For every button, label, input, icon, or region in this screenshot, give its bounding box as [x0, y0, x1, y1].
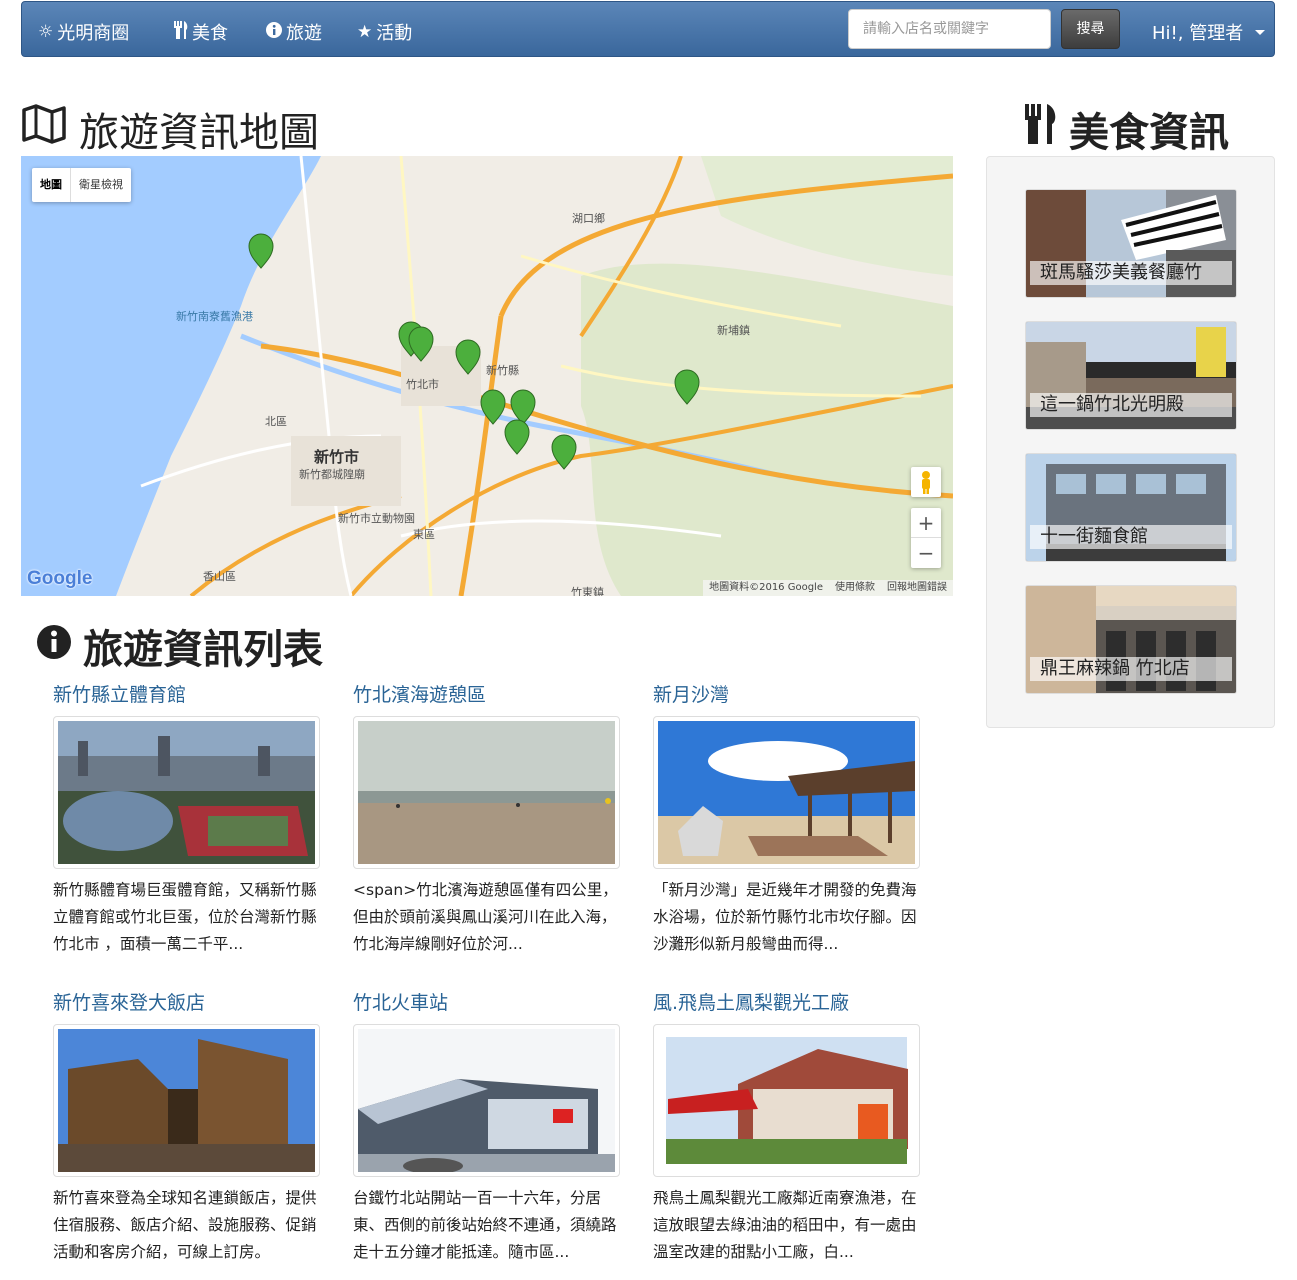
nav-item-events[interactable]: ★ 活動: [357, 19, 412, 45]
travel-thumbnail[interactable]: [53, 1024, 320, 1177]
food-card-caption: 斑馬騷莎美義餐廳竹: [1030, 261, 1232, 285]
search-button[interactable]: 搜尋: [1061, 9, 1120, 49]
search-input[interactable]: [848, 9, 1051, 49]
travel-item-description: 新竹喜來登為全球知名連鎖飯店，提供住宿服務、飯店介紹、設施服務、促銷活動和客房介…: [53, 1189, 317, 1261]
list-section-title-text: 旅遊資訊列表: [83, 627, 323, 673]
map-label-zhudong: 竹東鎮: [571, 586, 604, 596]
cutlery-icon: [1025, 104, 1057, 154]
map-label-harbor: 新竹南寮舊漁港: [176, 310, 253, 323]
map-marker: [504, 419, 530, 455]
travel-item-description: <span>竹北濱海遊憩區僅有四公里，但由於頭前溪與鳳山溪河川在此入海，竹北海岸…: [353, 881, 618, 953]
info-circle-icon: [37, 623, 71, 669]
cutlery-icon: [174, 20, 188, 44]
map-section-title-text: 旅遊資訊地圖: [79, 110, 319, 156]
caret-down-icon: [1255, 29, 1266, 35]
food-card[interactable]: 十一街麵食館: [1025, 453, 1237, 562]
travel-thumbnail[interactable]: [53, 716, 320, 869]
gear-icon: ☼: [38, 22, 54, 42]
nav-item-travel-label: 旅遊: [286, 23, 322, 44]
travel-photo: [58, 721, 315, 864]
travel-item-title[interactable]: 風.飛鳥土鳳梨觀光工廠: [653, 992, 921, 1014]
sea-area: [21, 156, 321, 596]
brand-link[interactable]: ☼ 光明商圈: [38, 19, 129, 45]
map-label-zoo: 新竹市立動物園: [338, 512, 415, 525]
travel-photo: [658, 721, 915, 864]
travel-item-description: 新竹縣體育場巨蛋體育館，又稱新竹縣立體育館或竹北巨蛋，位於台灣新竹縣竹北市 ，面…: [53, 881, 317, 953]
food-card[interactable]: 斑馬騷莎美義餐廳竹: [1025, 189, 1237, 298]
street-view-pegman[interactable]: [911, 467, 941, 497]
food-section-title-text: 美食資訊: [1069, 110, 1229, 156]
travel-item-title[interactable]: 新竹喜來登大飯店: [53, 992, 321, 1014]
travel-photo: [358, 721, 615, 864]
map-label-hsinchu-city: 新竹市: [314, 448, 360, 466]
travel-item-description: 台鐵竹北站開站一百一十六年，分居東、西側的前後站始終不連通，須繞路走十五分鐘才能…: [353, 1189, 617, 1261]
travel-item: 新月沙灣 「新月沙灣」是近幾年才開發的免費海水浴場，位於新竹縣竹北市坎仔腳。因沙…: [653, 684, 921, 958]
food-card-caption: 這一鍋竹北光明殿: [1030, 393, 1232, 417]
travel-item: 竹北火車站 台鐵竹北站開站一百一十六年，分居東、西側的前後站始終不連通，須繞路走…: [353, 992, 621, 1266]
star-icon: ★: [357, 22, 373, 42]
travel-thumbnail[interactable]: [653, 1024, 920, 1177]
map-terms-link[interactable]: 使用條款: [829, 580, 881, 596]
map-icon: [21, 104, 67, 154]
travel-photo: [358, 1029, 615, 1172]
food-card[interactable]: 鼎王麻辣鍋 竹北店: [1025, 585, 1237, 694]
map-attribution: 地圖資料©2016 Google: [709, 582, 823, 593]
map-report-link[interactable]: 回報地圖錯誤: [881, 580, 953, 596]
map-label-zhubei: 竹北市: [406, 378, 439, 391]
map-footer: 地圖資料©2016 Google 使用條款 回報地圖錯誤: [703, 580, 953, 596]
nav-item-food[interactable]: 美食: [174, 19, 228, 45]
user-menu-label: Hi!, 管理者: [1152, 23, 1244, 44]
user-menu-dropdown[interactable]: Hi!, 管理者: [1152, 19, 1266, 45]
list-section-title: 旅遊資訊列表: [37, 617, 323, 675]
map-label-xinpu: 新埔鎮: [717, 324, 750, 337]
travel-thumbnail[interactable]: [353, 716, 620, 869]
travel-thumbnail[interactable]: [353, 1024, 620, 1177]
travel-photo: [658, 1029, 915, 1172]
map-type-roadmap[interactable]: 地圖: [32, 168, 71, 202]
map-label-hukou: 湖口鄉: [572, 212, 605, 225]
travel-item-title[interactable]: 新月沙灣: [653, 684, 921, 706]
travel-map[interactable]: 新竹南寮舊漁港 竹北市 新竹縣 新竹市 新竹都城隍廟 北區 新埔鎮 新竹市立動物…: [21, 156, 953, 596]
food-card-caption: 十一街麵食館: [1030, 525, 1232, 549]
food-section-title: 美食資訊: [1025, 100, 1229, 158]
info-circle-icon: [266, 21, 282, 43]
map-section-title: 旅遊資訊地圖: [21, 100, 319, 158]
food-panel: 斑馬騷莎美義餐廳竹 這一鍋竹北光明殿 十一街麵食館 鼎王麻辣鍋 竹北店: [986, 156, 1275, 728]
google-logo: Google: [27, 568, 93, 589]
map-type-control: 地圖 衛星檢視: [32, 168, 131, 202]
top-navbar: ☼ 光明商圈 美食 旅遊 ★ 活動 搜尋 Hi!, 管理者: [21, 1, 1275, 57]
travel-item: 新竹喜來登大飯店 新竹喜來登為全球知名連鎖飯店，提供住宿服務、飯店介紹、設施服務…: [53, 992, 321, 1266]
nav-item-travel[interactable]: 旅遊: [266, 19, 322, 45]
travel-item-description: 飛鳥土鳳梨觀光工廠鄰近南寮漁港，在這放眼望去綠油油的稻田中，有一處由溫室改建的甜…: [653, 1189, 917, 1261]
nav-item-events-label: 活動: [376, 23, 413, 44]
map-label-north: 北區: [265, 415, 287, 428]
travel-thumbnail[interactable]: [653, 716, 920, 869]
pegman-icon: [922, 471, 930, 494]
travel-item-title[interactable]: 竹北火車站: [353, 992, 621, 1014]
travel-photo: [58, 1029, 315, 1172]
travel-item: 竹北濱海遊憩區 <span>竹北濱海遊憩區僅有四公里，但由於頭前溪與鳳山溪河川在…: [353, 684, 621, 958]
nav-item-food-label: 美食: [192, 23, 228, 44]
food-card[interactable]: 這一鍋竹北光明殿: [1025, 321, 1237, 430]
travel-item-title[interactable]: 新竹縣立體育館: [53, 684, 321, 706]
brand-label: 光明商圈: [57, 23, 130, 44]
map-label-xiangshan: 香山區: [203, 570, 236, 583]
hill-area-north: [701, 156, 953, 276]
travel-item: 新竹縣立體育館 新竹縣體育場巨蛋體育館，又稱新竹縣立體育館或竹北巨蛋，位於台灣新…: [53, 684, 321, 958]
zoom-out-button[interactable]: −: [911, 538, 941, 568]
zoom-control: + −: [911, 508, 941, 568]
map-label-east: 東區: [413, 528, 435, 541]
travel-item: 風.飛鳥土鳳梨觀光工廠 飛鳥土鳳梨觀光工廠鄰近南寮漁港，在這放眼望去綠油油的稻田…: [653, 992, 921, 1266]
travel-item-title[interactable]: 竹北濱海遊憩區: [353, 684, 621, 706]
map-type-satellite[interactable]: 衛星檢視: [71, 168, 131, 202]
map-label-dushi: 新竹都城隍廟: [299, 468, 365, 481]
zoom-in-button[interactable]: +: [911, 508, 941, 538]
map-label-county: 新竹縣: [486, 364, 519, 377]
food-card-caption: 鼎王麻辣鍋 竹北店: [1030, 657, 1232, 681]
travel-item-description: 「新月沙灣」是近幾年才開發的免費海水浴場，位於新竹縣竹北市坎仔腳。因沙灘形似新月…: [653, 881, 917, 953]
